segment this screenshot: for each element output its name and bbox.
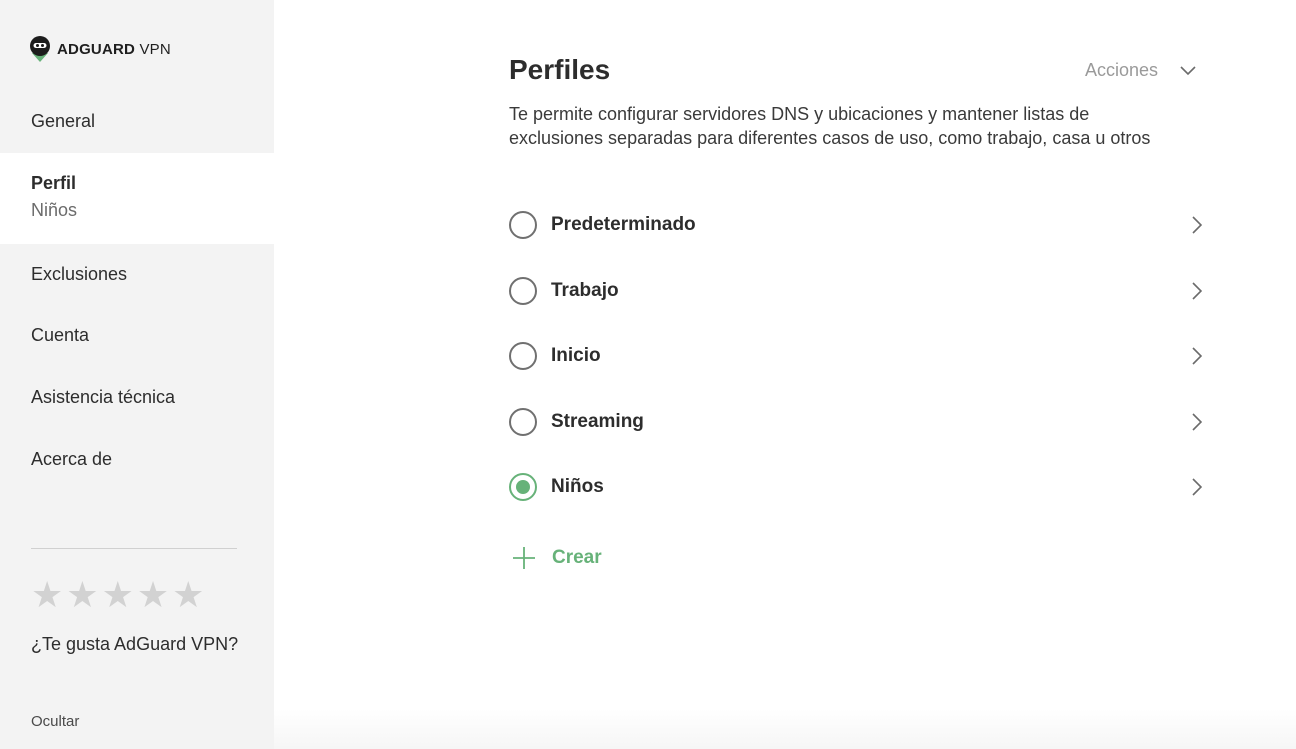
brand-name: ADGUARD VPN xyxy=(57,41,171,58)
sidebar-item-support[interactable]: Asistencia técnica xyxy=(0,368,274,430)
star-icon[interactable]: ★ xyxy=(66,576,98,614)
profile-row-streaming[interactable]: Streaming xyxy=(509,402,1205,442)
profile-radio[interactable] xyxy=(509,342,537,370)
hide-rating-link[interactable]: Ocultar xyxy=(31,713,79,730)
actions-label: Acciones xyxy=(1085,60,1159,80)
profile-radio[interactable] xyxy=(509,408,537,436)
bottom-fade xyxy=(274,709,1296,749)
chevron-right-icon xyxy=(1192,413,1202,431)
profile-radio-selected[interactable] xyxy=(509,473,537,501)
chevron-right-icon xyxy=(1192,282,1202,300)
chevron-right-icon xyxy=(1192,478,1202,496)
app-logo: ADGUARD VPN xyxy=(30,35,171,63)
sidebar-item-label: Perfil xyxy=(31,173,77,193)
profile-radio[interactable] xyxy=(509,277,537,305)
sidebar-item-label: Asistencia técnica xyxy=(31,387,176,407)
actions-dropdown[interactable]: Acciones xyxy=(1085,60,1196,81)
chevron-right-icon xyxy=(1192,347,1202,365)
create-profile-button[interactable]: Crear xyxy=(512,546,602,570)
sidebar-item-label: Acerca de xyxy=(31,449,113,469)
profile-name: Niños xyxy=(551,476,604,497)
page-title: Perfiles xyxy=(509,54,611,85)
plus-icon xyxy=(513,547,535,569)
sidebar-item-label: General xyxy=(31,111,96,131)
profile-name: Inicio xyxy=(551,345,601,366)
profile-row-kids[interactable]: Niños xyxy=(509,467,1205,507)
profile-row-home[interactable]: Inicio xyxy=(509,336,1205,376)
sidebar-item-about[interactable]: Acerca de xyxy=(0,430,274,492)
star-icon[interactable]: ★ xyxy=(172,576,204,614)
star-icon[interactable]: ★ xyxy=(102,576,134,614)
create-label: Crear xyxy=(552,547,602,568)
rating-question: ¿Te gusta AdGuard VPN? xyxy=(31,634,239,654)
star-icon[interactable]: ★ xyxy=(137,576,169,614)
sidebar-item-label: Exclusiones xyxy=(31,264,128,284)
profile-row-default[interactable]: Predeterminado xyxy=(509,205,1205,245)
sidebar: ADGUARD VPN General Perfil Niños Exclusi… xyxy=(0,0,274,749)
sidebar-item-label: Cuenta xyxy=(31,325,90,345)
adguard-shield-icon xyxy=(30,36,50,62)
rating-stars: ★ ★ ★ ★ ★ xyxy=(31,576,204,614)
profile-row-work[interactable]: Trabajo xyxy=(509,271,1205,311)
brand-name-bold: ADGUARD xyxy=(57,40,136,58)
sidebar-divider xyxy=(31,548,237,549)
page-description: Te permite configurar servidores DNS y u… xyxy=(509,104,1151,148)
sidebar-item-exclusions[interactable]: Exclusiones xyxy=(0,244,274,306)
sidebar-item-general[interactable]: General xyxy=(0,93,274,153)
sidebar-item-profile[interactable]: Perfil Niños xyxy=(0,153,274,244)
profile-name: Streaming xyxy=(551,411,644,432)
profile-radio[interactable] xyxy=(509,211,537,239)
profile-name: Trabajo xyxy=(551,280,619,301)
profile-name: Predeterminado xyxy=(551,214,696,235)
star-icon[interactable]: ★ xyxy=(31,576,63,614)
brand-name-light: VPN xyxy=(139,40,171,58)
chevron-down-icon xyxy=(1180,65,1196,75)
sidebar-item-account[interactable]: Cuenta xyxy=(0,306,274,368)
current-profile-name: Niños xyxy=(31,200,78,220)
chevron-right-icon xyxy=(1192,216,1202,234)
